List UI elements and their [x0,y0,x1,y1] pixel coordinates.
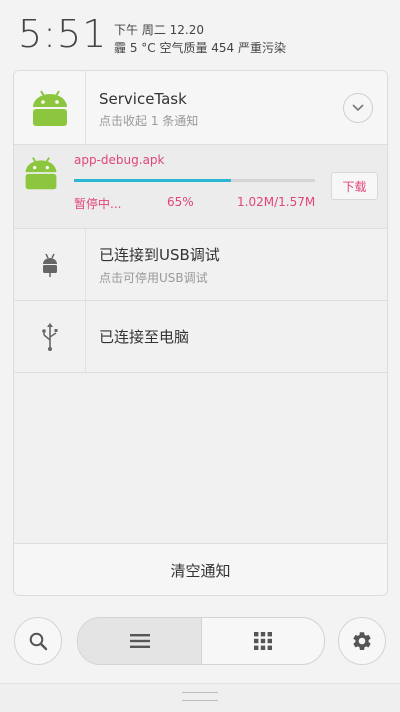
chevron-down-icon [352,104,364,112]
settings-button[interactable] [338,617,386,665]
drag-handle-area[interactable] [0,683,400,712]
download-notification[interactable]: app-debug.apk 暂停中... 65% 1.02M/1.57M 下载 [14,145,387,229]
download-filename: app-debug.apk [74,153,165,167]
grid-icon [254,632,272,650]
gear-icon [353,632,371,650]
weather-line: 霾 5 °C 空气质量 454 严重污染 [114,41,286,55]
android-debug-icon [14,229,86,300]
android-icon [14,71,86,144]
usb-pc-title: 已连接至电脑 [99,328,190,346]
download-size: 1.02M/1.57M [237,195,316,209]
panel-toggle [77,617,325,665]
notification-panel: ServiceTask 点击收起 1 条通知 app-debug.apk 暂停中… [13,70,388,596]
list-icon [129,634,150,648]
usb-icon [14,301,86,372]
usb-debug-subtitle: 点击可停用USB调试 [99,271,208,285]
date-line: 下午 周二 12.20 [114,23,204,37]
download-status: 暂停中... [74,197,122,211]
usb-debug-notification[interactable]: 已连接到USB调试 点击可停用USB调试 [14,229,387,301]
notifications-tab[interactable] [78,618,202,664]
toggles-tab[interactable] [202,618,324,664]
search-icon [29,632,48,651]
download-progress-fill [74,179,231,182]
clear-notifications-button[interactable]: 清空通知 [14,543,387,595]
status-bar: 5:51 下午 周二 12.20 霾 5 °C 空气质量 454 严重污染 [0,0,400,70]
usb-debug-title: 已连接到USB调试 [99,246,220,264]
drag-handle[interactable] [182,692,218,701]
usb-pc-notification[interactable]: 已连接至电脑 [14,301,387,373]
download-button[interactable]: 下载 [331,172,378,200]
download-progress-bar [74,179,315,182]
collapse-button[interactable] [343,93,373,123]
search-button[interactable] [14,617,62,665]
notification-group-header[interactable]: ServiceTask 点击收起 1 条通知 [14,71,387,145]
clock: 5:51 [18,12,108,56]
android-icon [22,153,60,197]
download-percent: 65% [167,195,194,209]
app-title: ServiceTask [99,90,187,108]
app-subtitle: 点击收起 1 条通知 [99,114,199,128]
